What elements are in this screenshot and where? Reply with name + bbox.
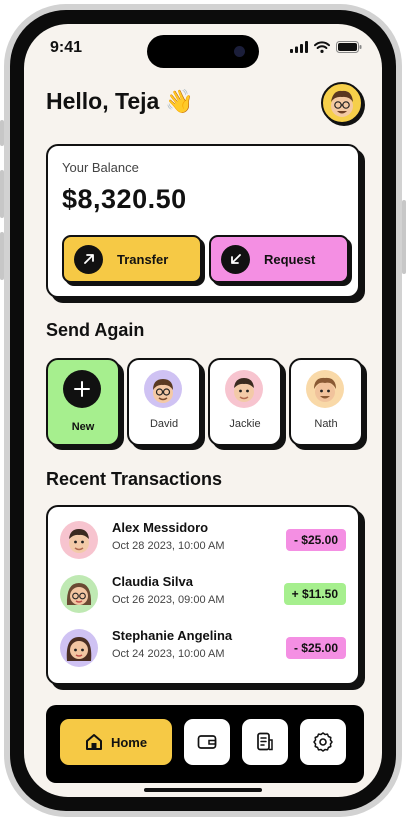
send-again-title: Send Again [46, 320, 145, 340]
contact-card-nath[interactable]: Nath [289, 358, 363, 446]
arrow-up-right-icon [74, 244, 103, 274]
profile-avatar[interactable] [321, 82, 363, 124]
wallet-icon [197, 735, 217, 749]
status-icons [290, 41, 362, 53]
power-button [402, 200, 406, 274]
contact-name: David [149, 418, 179, 430]
avatar-nath [306, 370, 344, 408]
status-time: 9:41 [50, 39, 83, 56]
new-contact-label: New [71, 421, 95, 433]
tab-home[interactable]: Home [60, 719, 172, 765]
avatar-stephanie [60, 629, 98, 667]
avatar-claudia [60, 575, 98, 613]
transaction-name: Claudia Silva [112, 574, 193, 589]
transaction-date: Oct 26 2023, 09:00 AM [112, 594, 225, 606]
volume-down-button [0, 232, 4, 280]
memoji-man-icon [331, 90, 353, 117]
greeting-text: Hello, Teja [46, 88, 160, 114]
balance-card: Your Balance $8,320.50 Transfer Request [46, 144, 360, 298]
greeting-heading: Hello, Teja 👋 [46, 88, 194, 115]
avatar-jackie [225, 370, 263, 408]
home-indicator [144, 788, 262, 792]
tab-documents[interactable] [242, 719, 288, 765]
contact-card-jackie[interactable]: Jackie [208, 358, 282, 446]
transaction-row[interactable]: Claudia Silva Oct 26 2023, 09:00 AM + $1… [60, 573, 346, 615]
contact-card-david[interactable]: David [127, 358, 201, 446]
arrow-down-left-icon [221, 244, 250, 274]
transaction-date: Oct 28 2023, 10:00 AM [112, 540, 225, 552]
front-camera [234, 46, 245, 57]
app-screen: 9:41 Hello, Teja 👋 Your Balance $8,320.5… [24, 24, 382, 797]
transaction-row[interactable]: Alex Messidoro Oct 28 2023, 10:00 AM - $… [60, 519, 346, 561]
avatar-david [144, 370, 182, 408]
transaction-amount-badge: + $11.50 [283, 583, 346, 605]
transfer-button[interactable]: Transfer [62, 235, 202, 283]
new-contact-button[interactable]: New [46, 358, 120, 446]
bottom-tab-bar: Home [46, 705, 364, 783]
wifi-icon [314, 41, 330, 53]
tab-wallet[interactable] [184, 719, 230, 765]
tab-home-label: Home [110, 734, 148, 750]
request-button[interactable]: Request [209, 235, 349, 283]
home-icon [85, 734, 102, 750]
transfer-label: Transfer [117, 251, 169, 267]
contact-name: Jackie [229, 418, 261, 430]
transaction-amount-badge: - $25.00 [285, 529, 346, 551]
balance-amount: $8,320.50 [62, 184, 187, 214]
plus-icon [63, 370, 101, 408]
silent-switch [0, 120, 4, 146]
tab-settings[interactable] [300, 719, 346, 765]
volume-up-button [0, 170, 4, 218]
battery-icon [336, 41, 362, 53]
transaction-name: Alex Messidoro [112, 520, 209, 535]
waving-hand-icon: 👋 [165, 88, 194, 114]
transaction-row[interactable]: Stephanie Angelina Oct 24 2023, 10:00 AM… [60, 627, 346, 669]
request-label: Request [264, 251, 316, 267]
recent-transactions-title: Recent Transactions [46, 469, 223, 489]
cellular-signal-icon [290, 41, 308, 53]
transactions-card: Alex Messidoro Oct 28 2023, 10:00 AM - $… [46, 505, 360, 685]
document-icon [257, 732, 273, 751]
avatar-alex [60, 521, 98, 559]
dynamic-island [147, 35, 259, 68]
transaction-amount-badge: - $25.00 [285, 637, 346, 659]
transaction-name: Stephanie Angelina [112, 628, 233, 643]
balance-label: Your Balance [62, 160, 139, 175]
gear-icon [313, 732, 333, 752]
transaction-date: Oct 24 2023, 10:00 AM [112, 648, 225, 660]
contact-name: Nath [314, 418, 338, 430]
